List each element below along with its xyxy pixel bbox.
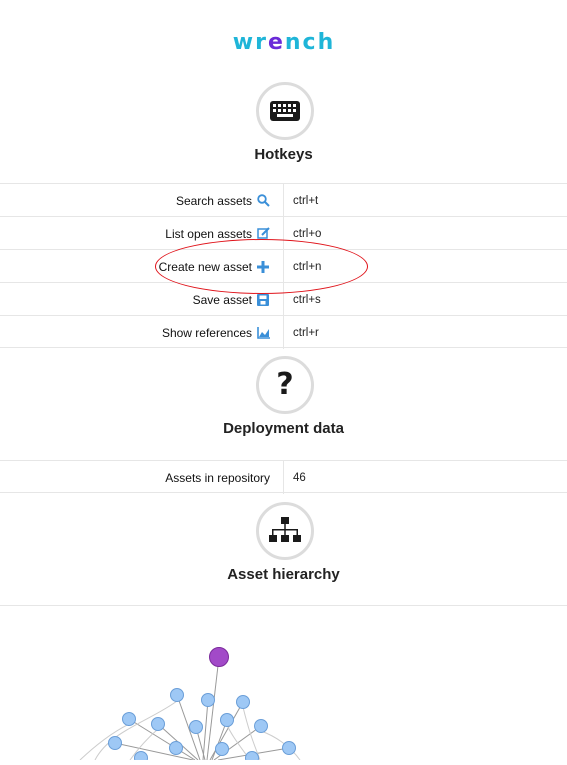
graph-node[interactable] <box>201 693 215 707</box>
question-icon: ? <box>256 356 314 414</box>
hotkey-row-list-open: List open assets ctrl+o <box>0 216 567 250</box>
logo-wordmark: wrench <box>232 30 334 55</box>
graph-node[interactable] <box>236 695 250 709</box>
graph-node[interactable] <box>215 742 229 756</box>
hotkey-key: ctrl+s <box>293 293 321 306</box>
chart-icon <box>256 326 270 340</box>
hotkey-row-show-references: Show references ctrl+r <box>0 315 567 349</box>
deployment-label: Assets in repository <box>165 470 270 485</box>
plus-icon <box>256 260 270 274</box>
hotkey-row-create-new: Create new asset ctrl+n <box>0 249 567 283</box>
graph-root-node[interactable] <box>209 647 229 667</box>
deployment-row-assets: Assets in repository 46 <box>0 460 567 494</box>
search-icon <box>256 194 270 208</box>
hotkeys-title: Hotkeys <box>254 146 313 163</box>
hotkey-key: ctrl+o <box>293 227 322 240</box>
wrench-logo: wrench <box>0 26 567 63</box>
hotkey-label: Save asset <box>192 292 252 307</box>
graph-node[interactable] <box>108 736 122 750</box>
graph-node[interactable] <box>220 713 234 727</box>
sitemap-icon <box>256 502 314 560</box>
svg-text:wrench: wrench <box>232 30 334 55</box>
graph-node[interactable] <box>254 719 268 733</box>
graph-node[interactable] <box>170 688 184 702</box>
deployment-title: Deployment data <box>223 420 344 437</box>
hotkey-key: ctrl+t <box>293 194 319 207</box>
graph-node[interactable] <box>134 751 148 765</box>
graph-node[interactable] <box>189 720 203 734</box>
hotkey-label: Create new asset <box>158 259 252 274</box>
deployment-value: 46 <box>293 471 306 484</box>
graph-node[interactable] <box>169 741 183 755</box>
hotkey-label: List open assets <box>165 226 252 241</box>
asset-hierarchy-graph[interactable] <box>0 606 567 765</box>
graph-canvas[interactable] <box>0 606 567 765</box>
hotkey-label: Show references <box>161 325 252 340</box>
hotkey-row-save: Save asset ctrl+s <box>0 282 567 316</box>
hotkey-key: ctrl+r <box>293 326 319 339</box>
hotkey-label: Search assets <box>175 193 252 208</box>
save-icon <box>256 293 270 307</box>
hotkey-row-search: Search assets ctrl+t <box>0 183 567 217</box>
graph-node[interactable] <box>282 741 296 755</box>
graph-node[interactable] <box>122 712 136 726</box>
graph-node[interactable] <box>151 717 165 731</box>
edit-icon <box>256 227 270 241</box>
graph-node[interactable] <box>245 751 259 765</box>
hotkey-key: ctrl+n <box>293 260 322 273</box>
hierarchy-title: Asset hierarchy <box>227 566 340 583</box>
keyboard-icon <box>256 82 314 140</box>
